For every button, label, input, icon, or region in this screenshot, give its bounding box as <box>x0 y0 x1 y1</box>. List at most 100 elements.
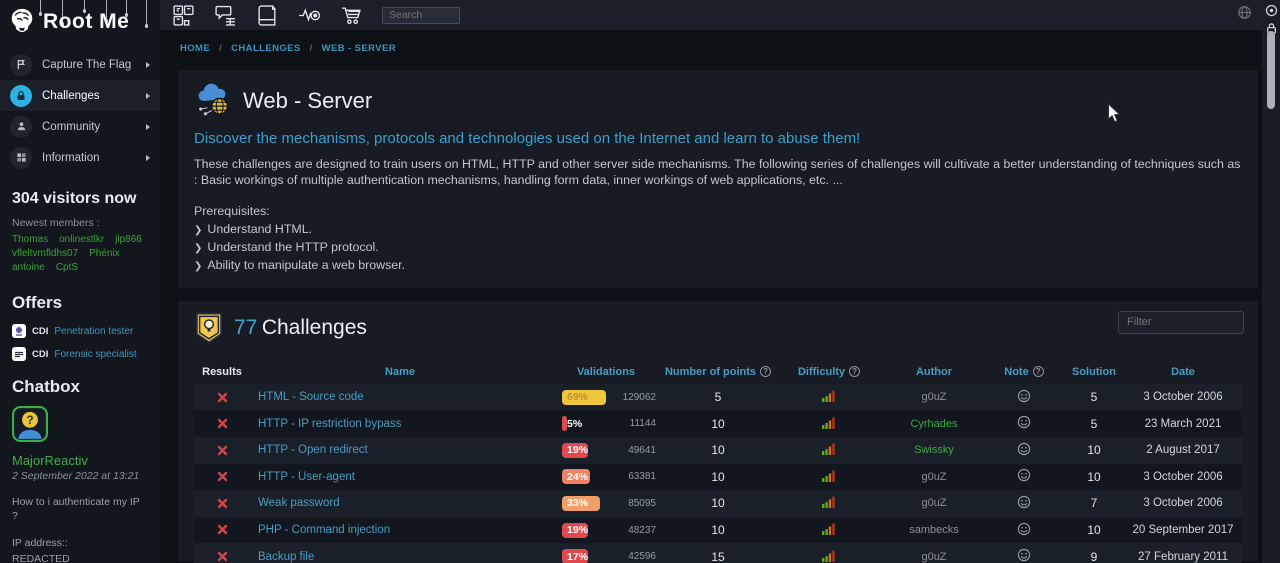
author-link[interactable]: Swissky <box>914 444 954 456</box>
chat-message-line: IP address:: <box>12 536 148 550</box>
table-row: HTTP - IP restriction bypass 5% 11144 10… <box>194 410 1242 437</box>
note-emoji-icon <box>1017 415 1031 429</box>
table-row: PHP - Command injection 19% 48237 10 sam… <box>194 517 1242 544</box>
column-header-solution: Solution <box>1064 366 1124 378</box>
table-row: HTTP - Open redirect 19% 49641 10 Swissk… <box>194 437 1242 464</box>
help-icon[interactable]: ? <box>760 366 771 377</box>
points-value: 10 <box>662 417 774 431</box>
sidebar-item-information[interactable]: Information <box>0 142 160 173</box>
app-logo[interactable]: Root Me <box>0 0 160 41</box>
note-emoji-icon <box>1017 468 1031 482</box>
prerequisite-item: ❯Understand HTML. <box>194 222 1242 236</box>
member-link[interactable]: antoine <box>12 262 45 273</box>
person-icon <box>10 116 32 138</box>
challenge-link[interactable]: HTTP - Open redirect <box>258 444 368 456</box>
breadcrumb-link[interactable]: HOME <box>180 43 210 54</box>
note-emoji-icon <box>1017 442 1031 456</box>
chat-network-icon[interactable] <box>214 4 237 27</box>
breadcrumb-link[interactable]: CHALLENGES <box>231 43 300 54</box>
table-row: HTTP - User-agent 24% 63381 10 g0uZ 10 3… <box>194 464 1242 491</box>
column-header-results: Results <box>194 366 250 378</box>
validation-count: 48237 <box>628 525 662 536</box>
member-link[interactable]: Thomas <box>12 234 48 245</box>
book-icon[interactable] <box>256 4 279 27</box>
challenge-date: 27 February 2011 <box>1124 551 1242 563</box>
solution-count: 9 <box>1064 550 1124 563</box>
info-blocks-icon[interactable] <box>172 4 195 27</box>
difficulty-icon <box>822 522 836 535</box>
member-link[interactable]: Phénix <box>89 248 120 259</box>
difficulty-icon <box>822 416 836 429</box>
language-globe-icon[interactable] <box>1237 5 1252 20</box>
svg-text:?: ? <box>26 414 33 427</box>
column-header-date: Date <box>1124 366 1242 378</box>
prerequisites-label: Prerequisites: <box>194 204 1242 218</box>
offer-link[interactable]: Penetration tester <box>54 326 133 337</box>
sidebar-item-capture-the-flag[interactable]: Capture The Flag <box>0 49 160 80</box>
search-input[interactable] <box>382 7 460 24</box>
author-link[interactable]: sambecks <box>909 524 959 536</box>
points-value: 10 <box>662 496 774 510</box>
challenge-date: 2 August 2017 <box>1124 444 1242 456</box>
filter-input[interactable] <box>1118 311 1244 334</box>
offers-title: Offers <box>12 293 148 313</box>
scrollbar-thumb[interactable] <box>1267 31 1275 109</box>
main-content: Web - Server Discover the mechanisms, pr… <box>160 66 1262 563</box>
challenge-link[interactable]: HTML - Source code <box>258 391 364 403</box>
offer-logo-icon <box>12 347 26 361</box>
failed-x-icon <box>217 418 228 429</box>
help-icon[interactable]: ? <box>849 366 860 377</box>
chat-timestamp: 2 September 2022 at 13:21 <box>12 470 148 482</box>
column-header-author: Author <box>884 366 984 378</box>
author-link[interactable]: Cyrhades <box>910 418 957 430</box>
grid-icon <box>10 147 32 169</box>
sidebar: Root Me Capture The Flag Challenges Comm… <box>0 0 160 563</box>
challenge-date: 23 March 2021 <box>1124 418 1242 430</box>
offer-link[interactable]: Forensic specialist <box>54 349 136 360</box>
member-link[interactable]: CptS <box>56 262 78 273</box>
author-link[interactable]: g0uZ <box>921 551 946 563</box>
shopping-cart-icon[interactable] <box>340 4 363 27</box>
chevron-right-icon <box>146 155 150 161</box>
right-rail <box>1262 0 1280 563</box>
challenge-link[interactable]: Backup file <box>258 551 314 563</box>
table-body: HTML - Source code 69% 129062 5 g0uZ 5 3… <box>194 384 1242 563</box>
solution-count: 10 <box>1064 443 1124 457</box>
sidebar-item-community[interactable]: Community <box>0 111 160 142</box>
chat-avatar[interactable]: ? <box>12 406 48 442</box>
challenge-link[interactable]: Weak password <box>258 497 340 509</box>
chat-username-link[interactable]: MajorReactiv <box>12 453 148 468</box>
validation-badge: 5% <box>562 416 567 431</box>
category-description: These challenges are designed to train u… <box>194 156 1242 189</box>
member-link[interactable]: onlinestlkr <box>59 234 104 245</box>
challenge-link[interactable]: HTTP - User-agent <box>258 471 355 483</box>
target-waveform-icon[interactable] <box>298 4 321 27</box>
offer-item: CDIForensic specialist <box>12 347 148 361</box>
page-title: Web - Server <box>243 88 372 114</box>
validation-badge: 69% <box>562 390 606 405</box>
breadcrumb-link[interactable]: WEB - SERVER <box>322 43 396 54</box>
member-link[interactable]: jlp866 <box>115 234 142 245</box>
author-link[interactable]: g0uZ <box>921 497 946 509</box>
author-link[interactable]: g0uZ <box>921 391 946 403</box>
challenge-link[interactable]: HTTP - IP restriction bypass <box>258 418 401 430</box>
column-header-number-of-points: Number of points? <box>662 366 774 378</box>
challenge-count: 77 <box>234 316 257 339</box>
validation-badge: 33% <box>562 496 600 511</box>
offer-logo-icon <box>12 324 26 338</box>
author-link[interactable]: g0uZ <box>921 471 946 483</box>
difficulty-icon <box>822 389 836 402</box>
member-link[interactable]: vfleltvmfldhs07 <box>12 248 78 259</box>
flag-icon <box>10 54 32 76</box>
challenge-date: 20 September 2017 <box>1124 524 1242 536</box>
category-panel: Web - Server Discover the mechanisms, pr… <box>178 70 1258 288</box>
sidebar-item-challenges[interactable]: Challenges <box>0 80 160 111</box>
chevron-right-icon <box>146 93 150 99</box>
bullet: ❯ <box>194 261 202 272</box>
challenge-link[interactable]: PHP - Command injection <box>258 524 390 536</box>
help-icon[interactable]: ? <box>1033 366 1044 377</box>
app-title: Root Me <box>43 10 129 34</box>
record-circle-icon[interactable] <box>1265 4 1278 17</box>
note-emoji-icon <box>1017 389 1031 403</box>
column-header-difficulty: Difficulty? <box>774 366 884 378</box>
